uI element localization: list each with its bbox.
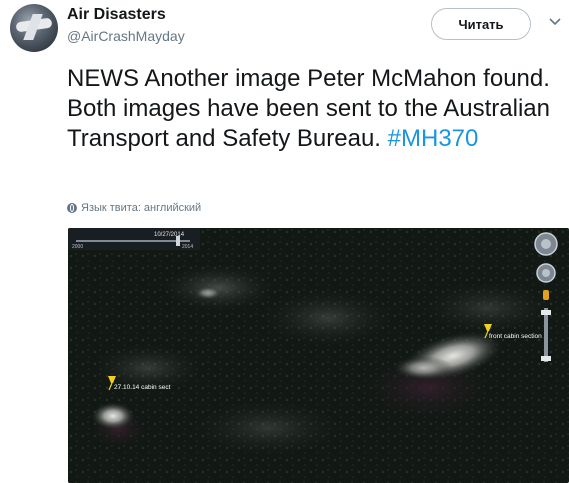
follow-button[interactable]: Читать [431,8,531,40]
timeline-start: 2000 [72,244,83,250]
globe-icon [67,203,77,213]
timeline-date: 10/27/2014 [154,232,185,238]
avatar[interactable] [10,4,58,52]
tweet-text: NEWS Another image Peter McMahon found. … [67,64,557,154]
tweet-language-label: Язык твита: английский [81,202,202,214]
account-handle[interactable]: @AirCrashMayday [67,28,185,44]
account-name[interactable]: Air Disasters [67,6,166,24]
tweet-language: Язык твита: английский [67,202,201,214]
chevron-down-icon[interactable] [547,14,563,30]
pin-right-label: front cabin section [489,333,542,340]
pin-left-label: 27.10.14 cabin sect [114,384,171,391]
hashtag-link[interactable]: #MH370 [388,125,479,152]
satellite-image: 10/27/2014 2000 2014 front cabin section… [68,228,569,483]
tweet-image[interactable]: 10/27/2014 2000 2014 front cabin section… [68,228,569,483]
timeline-end: 2014 [182,244,193,250]
